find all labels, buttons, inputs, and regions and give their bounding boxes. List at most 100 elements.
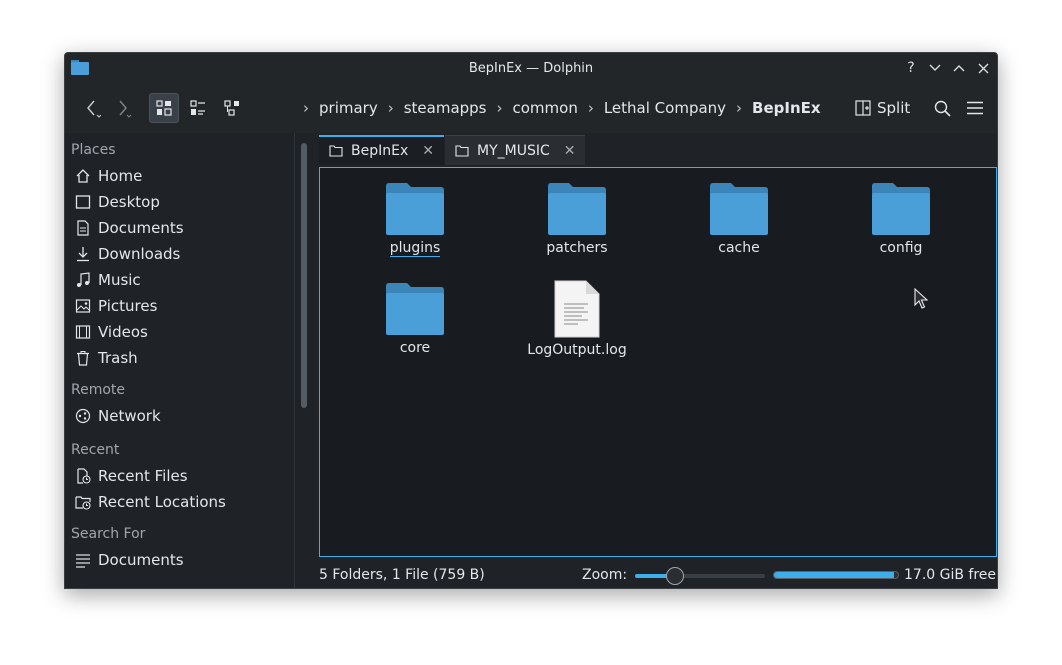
close-tab-icon[interactable]: ✕ bbox=[422, 143, 434, 159]
icons-view-button[interactable] bbox=[149, 93, 179, 123]
tree-view-icon bbox=[224, 100, 239, 116]
sidebar-item-documents[interactable]: Documents bbox=[65, 215, 295, 241]
sidebar-item-network[interactable]: Network bbox=[65, 403, 295, 429]
recent-locations-icon bbox=[75, 494, 91, 510]
split-view-icon bbox=[855, 100, 871, 116]
file-item-cache[interactable]: cache bbox=[664, 182, 814, 256]
split-button[interactable]: Split bbox=[855, 93, 910, 123]
sidebar-item-label: Home bbox=[98, 167, 143, 185]
file-item-logoutput[interactable]: LogOutput.log bbox=[502, 280, 652, 358]
sidebar-section-places: Places bbox=[71, 142, 116, 158]
status-bar: 5 Folders, 1 File (759 B) Zoom: 17.0 GiB… bbox=[319, 561, 997, 588]
sidebar-item-label: Videos bbox=[98, 323, 148, 341]
sidebar-item-label: Recent Files bbox=[98, 467, 188, 485]
search-button[interactable] bbox=[927, 93, 957, 123]
file-name: core bbox=[399, 340, 431, 356]
file-view[interactable]: plugins patchers cache config core LogOu… bbox=[319, 167, 997, 557]
mouse-pointer-icon bbox=[914, 288, 928, 309]
file-item-core[interactable]: core bbox=[340, 282, 490, 356]
compact-view-button[interactable] bbox=[183, 93, 213, 123]
tab-my-music[interactable]: MY_MUSIC ✕ bbox=[444, 135, 586, 165]
sidebar-scrollbar[interactable] bbox=[301, 143, 307, 408]
sidebar-section-search-for: Search For bbox=[71, 526, 146, 542]
sidebar-item-music[interactable]: Music bbox=[65, 267, 295, 293]
breadcrumb-item[interactable]: Lethal Company bbox=[600, 99, 730, 117]
downloads-icon bbox=[75, 246, 91, 262]
folder-icon bbox=[710, 183, 768, 235]
zoom-slider[interactable] bbox=[635, 567, 765, 585]
breadcrumb-current[interactable]: BepInEx bbox=[748, 99, 825, 117]
zoom-slider-handle[interactable] bbox=[666, 567, 684, 585]
sidebar-section-recent: Recent bbox=[71, 442, 120, 458]
sidebar-item-desktop[interactable]: Desktop bbox=[65, 189, 295, 215]
sidebar-item-label: Pictures bbox=[98, 297, 158, 315]
sidebar-item-label: Desktop bbox=[98, 193, 160, 211]
sidebar-item-label: Network bbox=[98, 407, 161, 425]
trash-icon bbox=[75, 350, 91, 366]
sidebar-item-search-documents[interactable]: Documents bbox=[65, 547, 295, 573]
tab-label: MY_MUSIC bbox=[476, 142, 550, 159]
chevron-right-icon[interactable]: › bbox=[382, 99, 400, 117]
search-documents-icon bbox=[75, 552, 91, 568]
details-view-button[interactable] bbox=[217, 93, 247, 123]
status-summary: 5 Folders, 1 File (759 B) bbox=[319, 567, 485, 583]
home-icon bbox=[75, 168, 91, 184]
back-icon bbox=[87, 100, 101, 118]
toolbar: › primary › steamapps › common › Lethal … bbox=[65, 83, 997, 133]
sidebar-item-recent-files[interactable]: Recent Files bbox=[65, 463, 295, 489]
free-space-text: 17.0 GiB free bbox=[904, 567, 997, 583]
sidebar-item-label: Documents bbox=[98, 551, 184, 569]
minimize-button[interactable] bbox=[925, 58, 945, 78]
dolphin-window: BepInEx — Dolphin ? › primary › steamapp… bbox=[64, 52, 998, 589]
help-button[interactable]: ? bbox=[901, 58, 921, 78]
breadcrumb-item[interactable]: common bbox=[509, 99, 582, 117]
sidebar-item-label: Recent Locations bbox=[98, 493, 226, 511]
chevron-right-icon[interactable]: › bbox=[582, 99, 600, 117]
sidebar-item-label: Music bbox=[98, 271, 141, 289]
sidebar-item-label: Documents bbox=[98, 219, 184, 237]
chevron-right-icon[interactable]: › bbox=[491, 99, 509, 117]
file-item-config[interactable]: config bbox=[826, 182, 976, 256]
network-icon bbox=[75, 408, 91, 424]
file-name: config bbox=[879, 240, 923, 256]
title-bar[interactable]: BepInEx — Dolphin ? bbox=[65, 53, 997, 83]
hamburger-menu-icon bbox=[967, 101, 983, 115]
recent-files-icon bbox=[75, 468, 91, 484]
window-title: BepInEx — Dolphin bbox=[468, 60, 594, 76]
sidebar-item-videos[interactable]: Videos bbox=[65, 319, 295, 345]
documents-icon bbox=[75, 220, 91, 236]
tab-bepinex[interactable]: BepInEx ✕ bbox=[319, 135, 444, 165]
search-icon bbox=[934, 100, 951, 117]
close-button[interactable] bbox=[973, 58, 993, 78]
text-file-icon bbox=[554, 280, 600, 338]
sidebar-item-label: Trash bbox=[98, 349, 138, 367]
close-tab-icon[interactable]: ✕ bbox=[564, 143, 576, 159]
sidebar-item-recent-locations[interactable]: Recent Locations bbox=[65, 489, 295, 515]
file-name: cache bbox=[718, 240, 760, 256]
file-item-plugins[interactable]: plugins bbox=[340, 182, 490, 257]
sidebar-item-home[interactable]: Home bbox=[65, 163, 295, 189]
compact-view-icon bbox=[190, 100, 205, 115]
folder-icon bbox=[872, 183, 930, 235]
sidebar-item-trash[interactable]: Trash bbox=[65, 345, 295, 371]
hamburger-menu-button[interactable] bbox=[960, 93, 990, 123]
sidebar-item-downloads[interactable]: Downloads bbox=[65, 241, 295, 267]
music-icon bbox=[75, 272, 91, 288]
free-space-fill bbox=[774, 572, 895, 578]
file-name: plugins bbox=[389, 240, 441, 257]
panel-divider[interactable] bbox=[294, 133, 295, 588]
folder-icon bbox=[386, 283, 444, 335]
breadcrumb-item[interactable]: primary bbox=[315, 99, 382, 117]
file-item-patchers[interactable]: patchers bbox=[502, 182, 652, 256]
file-name: patchers bbox=[546, 240, 608, 256]
folder-icon bbox=[329, 145, 343, 157]
pictures-icon bbox=[75, 298, 91, 314]
back-button[interactable] bbox=[77, 93, 107, 123]
maximize-button[interactable] bbox=[949, 58, 969, 78]
forward-button[interactable] bbox=[109, 93, 139, 123]
tab-label: BepInEx bbox=[351, 143, 409, 159]
breadcrumb-item[interactable]: steamapps bbox=[400, 99, 491, 117]
desktop-icon bbox=[75, 194, 91, 210]
chevron-right-icon[interactable]: › bbox=[730, 99, 748, 117]
sidebar-item-pictures[interactable]: Pictures bbox=[65, 293, 295, 319]
